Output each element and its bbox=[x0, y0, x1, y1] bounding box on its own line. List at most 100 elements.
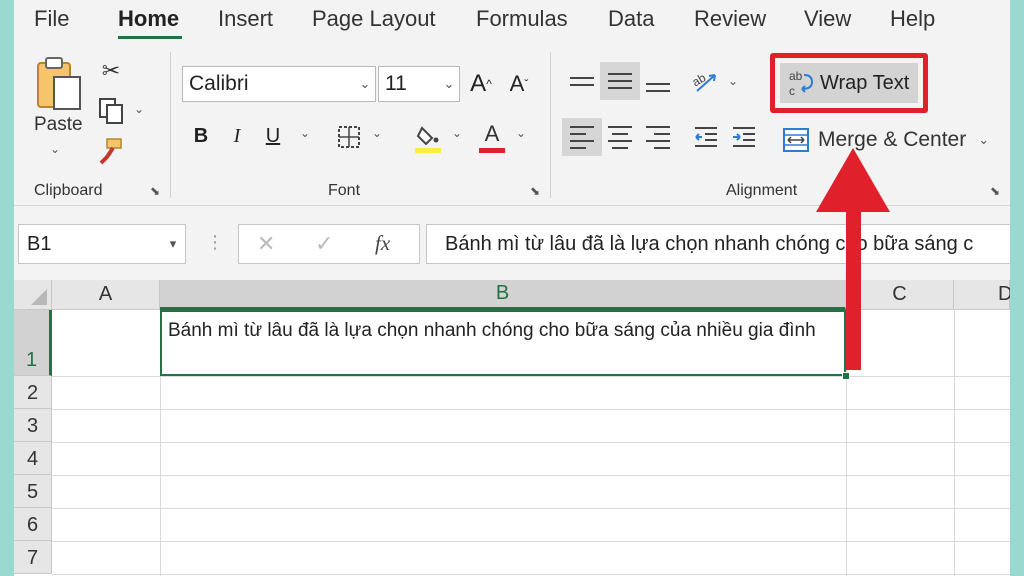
merge-center-label: Merge & Center bbox=[818, 128, 967, 151]
font-name-select[interactable]: Calibri ⌄ bbox=[182, 66, 376, 102]
row-header-2[interactable]: 2 bbox=[14, 376, 52, 409]
alignment-launcher-icon[interactable]: ⬊ bbox=[990, 184, 1000, 198]
row-header-5[interactable]: 5 bbox=[14, 475, 52, 508]
column-header-c[interactable]: C bbox=[846, 280, 954, 310]
align-left-icon[interactable] bbox=[562, 118, 602, 156]
font-group-label: Font bbox=[328, 182, 361, 199]
tab-view[interactable]: View bbox=[804, 6, 851, 32]
column-header-d[interactable]: D bbox=[954, 280, 1010, 310]
ribbon: Paste ⌄ ✂ ⌄ Clipboard ⬊ Calibri ⌄ 11 ⌄ A… bbox=[14, 42, 1010, 206]
merge-center-button[interactable]: Merge & Center ⌄ bbox=[782, 122, 989, 158]
bottom-align-icon[interactable] bbox=[638, 68, 678, 106]
name-box[interactable]: B1 ▾ bbox=[18, 224, 186, 264]
gridline bbox=[52, 508, 1010, 509]
excel-window: File Home Insert Page Layout Formulas Da… bbox=[14, 0, 1010, 576]
formula-bar: B1 ▾ ⋮ ✕ ✓ fx Bánh mì từ lâu đã là lựa c… bbox=[14, 206, 1010, 280]
tab-page-layout[interactable]: Page Layout bbox=[312, 6, 436, 32]
tab-file[interactable]: File bbox=[34, 6, 69, 32]
chevron-down-icon[interactable]: ⌄ bbox=[978, 132, 989, 148]
bold-icon[interactable]: B bbox=[186, 120, 216, 152]
chevron-down-icon: ▾ bbox=[169, 236, 177, 251]
select-all-button[interactable] bbox=[14, 280, 52, 310]
top-align-icon[interactable] bbox=[562, 62, 602, 100]
gridline bbox=[52, 409, 1010, 410]
font-color-icon[interactable]: A bbox=[476, 118, 508, 156]
alignment-group-label: Alignment bbox=[726, 182, 798, 199]
paste-label[interactable]: Paste bbox=[34, 114, 83, 136]
font-color-dropdown-arrow[interactable]: ⌄ bbox=[516, 126, 526, 140]
increase-font-size-icon[interactable]: A ^ bbox=[466, 68, 496, 100]
underline-icon[interactable]: U bbox=[258, 120, 288, 152]
column-header-b[interactable]: B bbox=[160, 280, 846, 310]
svg-text:ab: ab bbox=[789, 69, 803, 83]
borders-icon[interactable] bbox=[334, 122, 364, 152]
row-header-3[interactable]: 3 bbox=[14, 409, 52, 442]
svg-text:ab: ab bbox=[691, 70, 708, 89]
copy-icon[interactable] bbox=[96, 96, 126, 126]
cell-a1[interactable] bbox=[52, 310, 160, 376]
format-painter-icon[interactable] bbox=[96, 136, 126, 166]
enter-icon[interactable]: ✓ bbox=[315, 231, 333, 257]
cancel-icon[interactable]: ✕ bbox=[257, 231, 275, 257]
tab-insert[interactable]: Insert bbox=[218, 6, 273, 32]
fill-handle[interactable] bbox=[842, 372, 850, 380]
wrap-text-highlight: ab c Wrap Text bbox=[770, 53, 928, 113]
gridline bbox=[52, 376, 1010, 377]
name-box-value: B1 bbox=[27, 232, 52, 255]
gridline bbox=[52, 442, 1010, 443]
worksheet-grid: A B C D 1 2 3 4 5 6 7 Bánh mì từ lâu đã … bbox=[14, 280, 1010, 576]
tab-help[interactable]: Help bbox=[890, 6, 935, 32]
underline-dropdown-arrow[interactable]: ⌄ bbox=[300, 126, 310, 140]
tab-data[interactable]: Data bbox=[608, 6, 654, 32]
row-header-1[interactable]: 1 bbox=[14, 310, 52, 376]
fill-color-dropdown-arrow[interactable]: ⌄ bbox=[452, 126, 462, 140]
font-size-select[interactable]: 11 ⌄ bbox=[378, 66, 460, 102]
group-separator bbox=[170, 52, 171, 198]
tab-formulas[interactable]: Formulas bbox=[476, 6, 568, 32]
active-tab-indicator bbox=[118, 36, 182, 39]
svg-text:c: c bbox=[789, 84, 795, 97]
paste-dropdown-arrow[interactable]: ⌄ bbox=[50, 142, 60, 156]
align-center-icon[interactable] bbox=[600, 118, 640, 156]
font-launcher-icon[interactable]: ⬊ bbox=[530, 184, 540, 198]
gridline bbox=[52, 541, 1010, 542]
gridline bbox=[954, 310, 955, 576]
row-header-7[interactable]: 7 bbox=[14, 541, 52, 574]
more-options-icon[interactable]: ⋮ bbox=[206, 232, 224, 253]
formula-controls: ✕ ✓ fx bbox=[238, 224, 420, 264]
insert-function-icon[interactable]: fx bbox=[375, 231, 390, 256]
wrap-text-icon: ab c bbox=[788, 69, 814, 97]
cell-b1[interactable]: Bánh mì từ lâu đã là lựa chọn nhanh chón… bbox=[160, 310, 846, 376]
middle-align-icon[interactable] bbox=[600, 62, 640, 100]
formula-value: Bánh mì từ lâu đã là lựa chọn nhanh chón… bbox=[445, 232, 974, 255]
merge-center-icon bbox=[782, 127, 810, 153]
orientation-icon[interactable]: ab bbox=[690, 66, 722, 96]
orientation-dropdown-arrow[interactable]: ⌄ bbox=[728, 74, 738, 88]
chevron-down-icon: ⌄ bbox=[443, 76, 455, 91]
font-size-value: 11 bbox=[385, 72, 407, 95]
clipboard-launcher-icon[interactable]: ⬊ bbox=[150, 184, 160, 198]
gridline bbox=[52, 574, 1010, 575]
ribbon-tabs: File Home Insert Page Layout Formulas Da… bbox=[14, 0, 1010, 42]
borders-dropdown-arrow[interactable]: ⌄ bbox=[372, 126, 382, 140]
decrease-indent-icon[interactable] bbox=[690, 122, 722, 152]
paste-icon[interactable] bbox=[32, 54, 86, 112]
cut-icon[interactable]: ✂ bbox=[98, 56, 124, 86]
row-header-6[interactable]: 6 bbox=[14, 508, 52, 541]
chevron-down-icon: ⌄ bbox=[359, 76, 371, 91]
tab-home[interactable]: Home bbox=[118, 6, 179, 32]
align-right-icon[interactable] bbox=[638, 118, 678, 156]
copy-dropdown-arrow[interactable]: ⌄ bbox=[134, 102, 144, 116]
clipboard-group-label: Clipboard bbox=[34, 182, 103, 199]
formula-input[interactable]: Bánh mì từ lâu đã là lựa chọn nhanh chón… bbox=[426, 224, 1010, 264]
increase-indent-icon[interactable] bbox=[728, 122, 760, 152]
tab-review[interactable]: Review bbox=[694, 6, 766, 32]
decrease-font-size-icon[interactable]: Aˇ bbox=[504, 68, 534, 100]
fill-color-icon[interactable] bbox=[412, 120, 444, 156]
italic-icon[interactable]: I bbox=[222, 120, 252, 152]
font-name-value: Calibri bbox=[189, 72, 249, 95]
row-header-4[interactable]: 4 bbox=[14, 442, 52, 475]
wrap-text-button[interactable]: ab c Wrap Text bbox=[780, 63, 918, 103]
wrap-text-label: Wrap Text bbox=[820, 71, 910, 94]
column-header-a[interactable]: A bbox=[52, 280, 160, 310]
